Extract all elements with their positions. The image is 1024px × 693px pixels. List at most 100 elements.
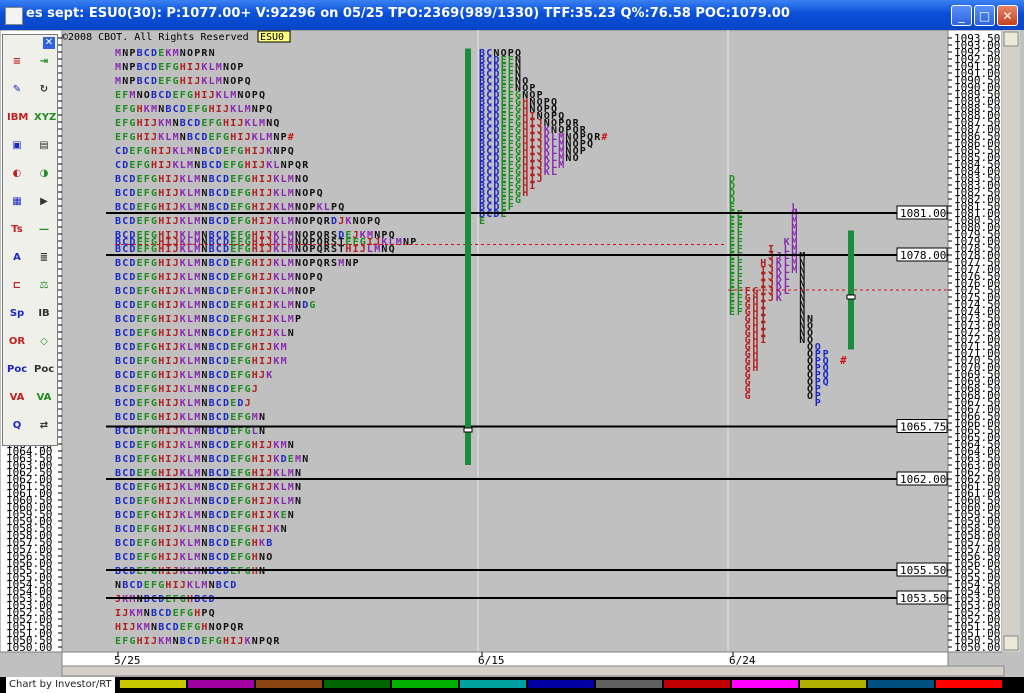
composite-profile-letter: C	[216, 440, 222, 451]
composite-profile-letter: K	[273, 244, 279, 255]
tool-0-icon[interactable]: ≡	[7, 53, 27, 71]
composite-profile-letter: J	[259, 370, 265, 381]
color-swatch	[392, 680, 458, 688]
tool-26-icon[interactable]: Q	[7, 417, 27, 435]
composite-profile-letter: N	[201, 566, 207, 577]
composite-profile-letter: C	[216, 244, 222, 255]
profile-615-letter: K	[544, 167, 550, 178]
composite-profile-letter: N	[137, 90, 143, 101]
composite-profile-letter: R	[273, 636, 280, 647]
composite-profile-letter: C	[216, 426, 222, 437]
tool-3-icon[interactable]: ↻	[34, 81, 54, 99]
profile-615-letter: E	[501, 209, 507, 220]
composite-profile-letter: O	[302, 216, 308, 227]
tool-5-icon[interactable]: XYZ	[34, 109, 56, 127]
market-profile-chart[interactable]: 1050.001050.001050.501050.501051.001051.…	[0, 30, 1024, 677]
composite-profile-letter: I	[165, 440, 171, 451]
tool-10-icon[interactable]: ▦	[7, 193, 27, 211]
composite-profile-letter: J	[173, 412, 179, 423]
composite-profile-letter: I	[158, 146, 164, 157]
profile-624-letter: L	[784, 286, 790, 297]
composite-profile-letter: C	[216, 272, 222, 283]
tool-24-icon[interactable]: VA	[7, 389, 27, 407]
composite-profile-letter: C	[201, 594, 207, 605]
tool-7-icon[interactable]: ▤	[34, 137, 54, 155]
composite-profile-letter: I	[165, 510, 171, 521]
tool-15-icon[interactable]: ≣	[34, 249, 54, 267]
composite-profile-letter: F	[230, 160, 236, 171]
composite-profile-letter: K	[180, 426, 186, 437]
composite-profile-letter: C	[122, 412, 128, 423]
composite-profile-letter: I	[165, 174, 171, 185]
composite-profile-letter: E	[230, 328, 236, 339]
tool-25-icon[interactable]: VA	[34, 389, 54, 407]
composite-profile-letter: J	[122, 608, 128, 619]
tool-9-icon[interactable]: ◑	[34, 165, 54, 183]
composite-profile-letter: M	[194, 454, 200, 465]
composite-profile-letter: C	[122, 496, 128, 507]
composite-profile-letter: K	[273, 356, 279, 367]
chart-area[interactable]: 1050.00 1050.00 1050.50 1050.50 1051.00 1051.…	[0, 30, 1024, 693]
tool-27-icon[interactable]: ⇄	[34, 417, 54, 435]
composite-profile-letter: B	[209, 314, 215, 325]
tool-8-icon[interactable]: ◐	[7, 165, 27, 183]
tool-23-icon[interactable]: Poc	[34, 361, 54, 379]
profile-615-letter: E	[479, 216, 485, 227]
composite-profile-letter: N	[201, 216, 207, 227]
horizontal-scrollbar[interactable]	[61, 665, 1005, 677]
composite-profile-letter: M	[194, 426, 200, 437]
composite-profile-letter: K	[273, 482, 279, 493]
tool-13-icon[interactable]: —	[34, 221, 54, 239]
toolbox-close-icon[interactable]: ✕	[43, 37, 55, 49]
composite-profile-letter: E	[173, 90, 179, 101]
composite-profile-letter: J	[266, 314, 272, 325]
composite-profile-letter: G	[245, 216, 251, 227]
tool-17-icon[interactable]: ⚖	[34, 277, 54, 295]
composite-profile-letter: H	[223, 636, 229, 647]
composite-profile-letter: B	[115, 188, 121, 199]
composite-profile-letter: N	[403, 237, 409, 248]
tool-11-icon[interactable]: ▶	[34, 193, 54, 211]
close-button[interactable]: ✕	[997, 5, 1018, 26]
app-icon[interactable]	[5, 7, 23, 25]
composite-profile-letter: L	[187, 342, 193, 353]
tool-6-icon[interactable]: ▣	[7, 137, 27, 155]
tool-16-icon[interactable]: ⊏	[7, 277, 27, 295]
composite-profile-letter: K	[273, 188, 279, 199]
profile-624-mark: #	[840, 354, 847, 367]
composite-profile-letter: N	[345, 258, 351, 269]
minimize-button[interactable]: _	[951, 5, 972, 26]
tool-22-icon[interactable]: Poc	[7, 361, 27, 379]
composite-profile-letter: H	[158, 272, 164, 283]
composite-profile-letter: M	[194, 552, 200, 563]
composite-profile-letter: N	[194, 146, 200, 157]
profile-615-letter: P	[580, 146, 586, 157]
profile-615-letter: I	[529, 181, 535, 192]
composite-profile-letter: H	[158, 398, 164, 409]
composite-profile-letter: H	[158, 482, 164, 493]
tool-14-icon[interactable]: A	[7, 249, 27, 267]
composite-profile-letter: P	[194, 48, 200, 59]
composite-profile-letter: Q	[266, 104, 272, 115]
scroll-down-button[interactable]	[1003, 635, 1019, 651]
composite-profile-letter: M	[194, 328, 200, 339]
composite-profile-letter: C	[216, 300, 222, 311]
tool-18-icon[interactable]: Sp	[7, 305, 27, 323]
tool-4-icon[interactable]: IBM	[7, 109, 28, 127]
composite-profile-letter: #	[288, 132, 294, 143]
tool-19-icon[interactable]: IB	[34, 305, 54, 323]
tool-20-icon[interactable]: OR	[7, 333, 27, 351]
composite-profile-letter: I	[165, 370, 171, 381]
tool-12-icon[interactable]: Ts	[7, 221, 27, 239]
composite-profile-letter: N	[295, 286, 301, 297]
tool-1-icon[interactable]: ⇥	[34, 53, 54, 71]
tool-2-icon[interactable]: ✎	[7, 81, 27, 99]
vertical-scrollbar[interactable]	[1002, 30, 1020, 652]
tool-21-icon[interactable]: ◇	[34, 333, 54, 351]
composite-profile-letter: H	[252, 468, 258, 479]
scroll-up-button[interactable]	[1003, 31, 1019, 47]
composite-profile-letter: D	[129, 286, 135, 297]
composite-profile-letter: D	[122, 146, 128, 157]
maximize-button[interactable]: □	[974, 5, 995, 26]
composite-profile-letter: F	[237, 328, 243, 339]
